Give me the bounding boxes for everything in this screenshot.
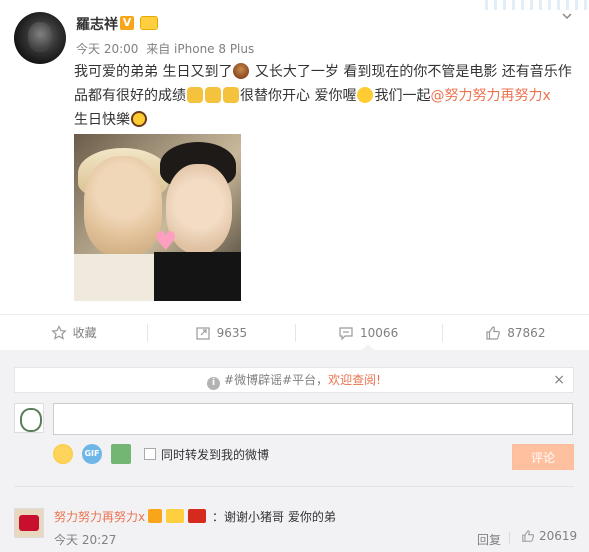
notice-text: #微博辟谣#平台， bbox=[224, 373, 329, 387]
submit-comment-button[interactable]: 评论 bbox=[512, 444, 574, 470]
info-icon: i bbox=[207, 377, 221, 390]
verified-badge-icon: V bbox=[120, 16, 134, 30]
member-badge-icon bbox=[166, 509, 184, 523]
repost-checkbox-label: 同时转发到我的微博 bbox=[161, 447, 270, 462]
post-meta: 今天 20:00 来自 iPhone 8 Plus bbox=[76, 40, 258, 57]
post-time[interactable]: 今天 20:00 bbox=[76, 42, 138, 56]
reply-text: ：谢谢小猪哥 爱你的弟 bbox=[212, 510, 336, 524]
repost-button[interactable]: 9635 bbox=[147, 315, 294, 350]
mention-link[interactable]: @努力努力再努力x bbox=[430, 88, 550, 104]
comment-item: 努力努力再努力x ：谢谢小猪哥 爱你的弟 今天 20:27 回复 20619 bbox=[14, 500, 579, 548]
post-text-part: 生日快樂 bbox=[74, 112, 130, 128]
like-icon bbox=[486, 325, 501, 340]
post-text-part: 我可爱的弟弟 生日又到了 bbox=[74, 64, 233, 80]
repost-count: 9635 bbox=[216, 325, 248, 340]
thumbs-up-emoji-icon bbox=[223, 87, 239, 103]
comment-input[interactable] bbox=[53, 403, 573, 435]
reply-username[interactable]: 努力努力再努力x bbox=[54, 508, 145, 525]
flag-icon bbox=[188, 509, 206, 523]
reply-like-button[interactable]: 20619 bbox=[521, 529, 577, 543]
post-text-part: 我们一起 bbox=[374, 88, 431, 104]
post-source: 来自 iPhone 8 Plus bbox=[146, 42, 255, 56]
reply-avatar[interactable] bbox=[14, 508, 44, 538]
repost-checkbox[interactable] bbox=[144, 448, 156, 460]
member-badge-icon bbox=[140, 16, 158, 30]
favorite-button[interactable]: 收藏 bbox=[0, 315, 147, 350]
post-text-part: 很替你开心 爱你喔 bbox=[240, 88, 357, 104]
post-username[interactable]: 羅志祥 bbox=[76, 14, 118, 34]
gif-icon[interactable]: GIF bbox=[82, 444, 102, 464]
close-icon[interactable]: × bbox=[553, 368, 565, 392]
heart-icon: ♥ bbox=[154, 227, 178, 257]
verified-badge-icon bbox=[148, 509, 162, 523]
avatar[interactable] bbox=[14, 12, 66, 64]
header-decoration bbox=[479, 0, 589, 10]
favorite-label: 收藏 bbox=[72, 326, 97, 340]
notice-bar: i #微博辟谣#平台，欢迎查阅! × bbox=[14, 367, 574, 393]
like-button[interactable]: 87862 bbox=[441, 315, 589, 350]
reply-time: 今天 20:27 bbox=[54, 533, 117, 547]
thumbs-up-emoji-icon bbox=[187, 87, 203, 103]
reply-like-count: 20619 bbox=[539, 529, 578, 543]
action-bar: 收藏 9635 10066 87862 bbox=[0, 314, 589, 351]
crying-emoji-icon bbox=[131, 111, 147, 127]
post-card: 羅志祥 V 今天 20:00 来自 iPhone 8 Plus 我可爱的弟弟 生… bbox=[0, 0, 589, 314]
divider bbox=[14, 486, 574, 487]
notice-link[interactable]: 欢迎查阅! bbox=[328, 373, 381, 387]
comment-icon bbox=[339, 326, 353, 340]
smile-emoji-icon bbox=[357, 87, 374, 103]
like-icon bbox=[522, 530, 535, 542]
thumbs-up-emoji-icon bbox=[205, 87, 221, 103]
favorite-star-icon bbox=[50, 324, 67, 340]
separator bbox=[509, 532, 510, 544]
comment-tools: GIF 同时转发到我的微博 bbox=[53, 442, 269, 466]
image-icon[interactable] bbox=[111, 444, 131, 464]
comment-button[interactable]: 10066 bbox=[294, 315, 442, 351]
commenter-avatar[interactable] bbox=[14, 403, 44, 433]
reply-button[interactable]: 回复 bbox=[477, 531, 501, 548]
cake-emoji-icon bbox=[233, 63, 250, 79]
comment-section: i #微博辟谣#平台，欢迎查阅! × GIF 同时转发到我的微博 评论 努力努力再… bbox=[0, 350, 589, 552]
repost-icon bbox=[195, 326, 210, 340]
post-photo[interactable]: ♥ bbox=[74, 134, 241, 301]
comment-count: 10066 bbox=[360, 325, 399, 340]
like-count: 87862 bbox=[507, 325, 546, 340]
chevron-down-icon[interactable] bbox=[561, 10, 573, 22]
post-text: 我可爱的弟弟 生日又到了 又长大了一岁 看到现在的你不管是电影 还有音乐作品都有… bbox=[74, 60, 579, 132]
emoji-icon[interactable] bbox=[53, 444, 73, 464]
